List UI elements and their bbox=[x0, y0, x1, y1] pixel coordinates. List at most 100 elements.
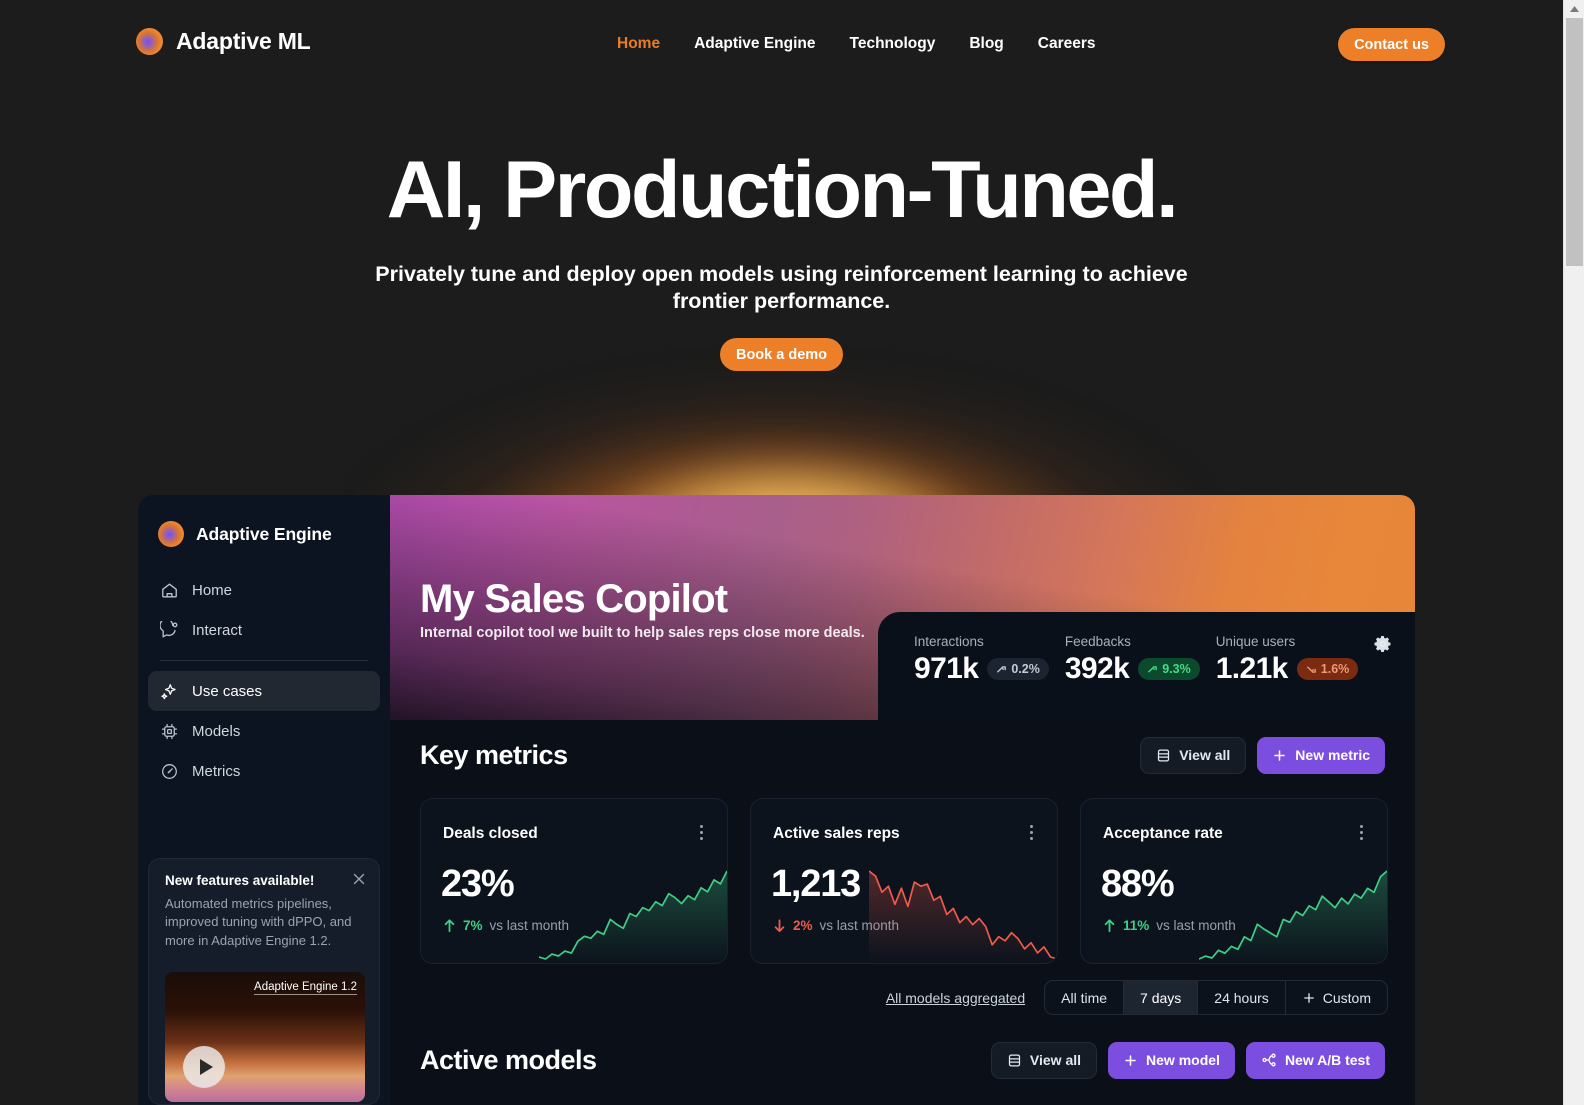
metric-card-value: 1,213 bbox=[771, 863, 861, 905]
promo-thumbnail-label: Adaptive Engine 1.2 bbox=[254, 981, 357, 995]
gradient-circle-logo-icon bbox=[158, 521, 184, 547]
scrollbar-thumb[interactable] bbox=[1566, 18, 1583, 266]
metric-card-title: Deals closed bbox=[443, 825, 538, 842]
segment-label: All time bbox=[1061, 989, 1108, 1006]
key-metrics-title: Key metrics bbox=[420, 739, 568, 770]
nav-item-careers[interactable]: Careers bbox=[1021, 35, 1113, 53]
segment-label: 7 days bbox=[1140, 989, 1182, 1006]
sidebar-item-metrics[interactable]: Metrics bbox=[148, 751, 380, 791]
site-brand[interactable]: Adaptive ML bbox=[136, 28, 311, 55]
button-label: View all bbox=[1029, 1052, 1082, 1068]
sidebar-item-label: Models bbox=[192, 722, 241, 740]
sidebar-item-label: Use cases bbox=[192, 682, 263, 700]
button-label: New A/B test bbox=[1284, 1052, 1370, 1068]
list-icon bbox=[1158, 748, 1170, 762]
split-branch-icon bbox=[1262, 1053, 1276, 1067]
sidebar-item-home[interactable]: Home bbox=[148, 570, 380, 610]
sidebar-item-label: Interact bbox=[192, 621, 243, 639]
promo-video-thumbnail[interactable]: Adaptive Engine 1.2 bbox=[165, 972, 365, 1102]
play-icon[interactable] bbox=[183, 1046, 225, 1088]
new-ab-test-button[interactable]: New A/B test bbox=[1245, 1041, 1385, 1079]
kebab-menu-icon[interactable] bbox=[693, 823, 709, 841]
time-range-segmented-control: All time 7 days 24 hours Custom bbox=[1044, 980, 1388, 1015]
stat-value: 392k bbox=[1064, 652, 1130, 685]
badge-value: 1.6% bbox=[1320, 662, 1350, 676]
primary-nav: Home Adaptive Engine Technology Blog Car… bbox=[600, 0, 1113, 88]
segment-label: 24 hours bbox=[1214, 989, 1269, 1006]
close-icon[interactable] bbox=[351, 871, 367, 887]
trend-up-arrow-icon bbox=[997, 665, 1007, 672]
arrow-down-icon bbox=[774, 919, 785, 932]
plus-icon bbox=[1125, 1054, 1136, 1066]
time-range-7-days[interactable]: 7 days bbox=[1124, 981, 1199, 1014]
list-icon bbox=[1008, 1053, 1021, 1067]
stat-feedbacks: Feedbacks 392k 9.3% bbox=[1065, 634, 1200, 686]
status-badge: 9.3% bbox=[1138, 658, 1200, 680]
page-viewport: Adaptive ML Home Adaptive Engine Technol… bbox=[0, 0, 1563, 1105]
new-model-button[interactable]: New model bbox=[1108, 1041, 1235, 1079]
button-label: New metric bbox=[1295, 747, 1370, 763]
sidebar-divider bbox=[160, 660, 368, 661]
stat-interactions: Interactions 971k 0.2% bbox=[914, 634, 1049, 686]
nav-item-technology[interactable]: Technology bbox=[833, 35, 953, 53]
metric-card-acceptance-rate[interactable]: Acceptance rate 88% 11% vs last month bbox=[1080, 798, 1388, 964]
use-case-banner: My Sales Copilot Internal copilot tool w… bbox=[390, 495, 1415, 720]
key-metrics-view-all-button[interactable]: View all bbox=[1140, 736, 1247, 774]
gauge-icon bbox=[162, 763, 177, 779]
sidebar-item-models[interactable]: Models bbox=[148, 711, 380, 751]
metric-card-title: Acceptance rate bbox=[1103, 825, 1223, 842]
metric-card-value: 23% bbox=[441, 863, 515, 905]
nav-item-blog[interactable]: Blog bbox=[952, 35, 1020, 53]
active-models-title: Active models bbox=[420, 1044, 597, 1075]
promo-body: Automated metrics pipelines, improved tu… bbox=[165, 896, 352, 948]
trend-down-arrow-icon bbox=[1306, 666, 1316, 673]
stat-label: Interactions bbox=[914, 634, 984, 649]
kebab-menu-icon[interactable] bbox=[1023, 823, 1039, 841]
sparkles-icon bbox=[161, 683, 176, 699]
play-triangle bbox=[199, 1059, 213, 1075]
contact-us-button[interactable]: Contact us bbox=[1338, 28, 1445, 61]
banner-text-block: My Sales Copilot Internal copilot tool w… bbox=[420, 577, 865, 641]
arrow-up-icon bbox=[444, 919, 455, 933]
time-range-all-time[interactable]: All time bbox=[1045, 981, 1125, 1014]
book-a-demo-button[interactable]: Book a demo bbox=[719, 338, 844, 372]
app-main-panel: My Sales Copilot Internal copilot tool w… bbox=[390, 495, 1415, 1105]
chat-bubble-icon bbox=[160, 620, 178, 638]
active-models-actions: View all New model New A/B test bbox=[990, 1041, 1385, 1079]
time-range-24-hours[interactable]: 24 hours bbox=[1198, 981, 1286, 1014]
active-models-view-all-button[interactable]: View all bbox=[990, 1041, 1098, 1079]
metric-card-active-sales-reps[interactable]: Active sales reps 1,213 2% vs last month bbox=[750, 798, 1058, 964]
metric-card-deals-closed[interactable]: Deals closed 23% 7% vs last month bbox=[420, 798, 728, 964]
metric-delta-value: 7% bbox=[463, 918, 483, 933]
segment-label: Custom bbox=[1322, 989, 1371, 1006]
stats-panel: Interactions 971k 0.2% Feedbacks 392k 9.… bbox=[878, 612, 1415, 720]
gradient-circle-logo-icon bbox=[136, 28, 163, 55]
browser-scrollbar[interactable] bbox=[1563, 0, 1584, 1105]
scroll-up-arrow-icon[interactable] bbox=[1564, 2, 1584, 16]
all-models-aggregated-link[interactable]: All models aggregated bbox=[886, 990, 1025, 1006]
active-models-header: Active models View all New model New A/B… bbox=[420, 1040, 1385, 1080]
home-icon bbox=[162, 582, 177, 598]
banner-subtitle: Internal copilot tool we built to help s… bbox=[420, 625, 865, 641]
nav-item-home[interactable]: Home bbox=[600, 35, 677, 53]
promo-card: New features available! Automated metric… bbox=[148, 858, 380, 1105]
status-badge: 1.6% bbox=[1296, 658, 1359, 680]
key-metrics-actions: View all New metric bbox=[1140, 736, 1385, 774]
status-badge: 0.2% bbox=[987, 658, 1049, 680]
badge-value: 9.3% bbox=[1162, 662, 1191, 676]
chip-icon bbox=[161, 723, 178, 739]
nav-item-adaptive-engine[interactable]: Adaptive Engine bbox=[677, 35, 832, 53]
stat-value: 971k bbox=[914, 652, 979, 685]
hero-title: AI, Production-Tuned. bbox=[386, 145, 1179, 235]
gear-icon[interactable] bbox=[1373, 634, 1393, 654]
app-sidebar-brand[interactable]: Adaptive Engine bbox=[158, 521, 332, 547]
kebab-menu-icon[interactable] bbox=[1353, 823, 1369, 841]
key-metrics-header: Key metrics View all New metric bbox=[420, 735, 1385, 775]
metrics-filter-row: All models aggregated All time 7 days 24… bbox=[886, 980, 1388, 1015]
sidebar-item-use-cases[interactable]: Use cases bbox=[148, 671, 380, 711]
time-range-custom[interactable]: Custom bbox=[1286, 981, 1387, 1014]
metric-delta-value: 2% bbox=[793, 918, 813, 933]
sidebar-item-interact[interactable]: Interact bbox=[148, 610, 380, 650]
new-metric-button[interactable]: New metric bbox=[1257, 736, 1385, 774]
sidebar-item-label: Home bbox=[192, 581, 233, 599]
